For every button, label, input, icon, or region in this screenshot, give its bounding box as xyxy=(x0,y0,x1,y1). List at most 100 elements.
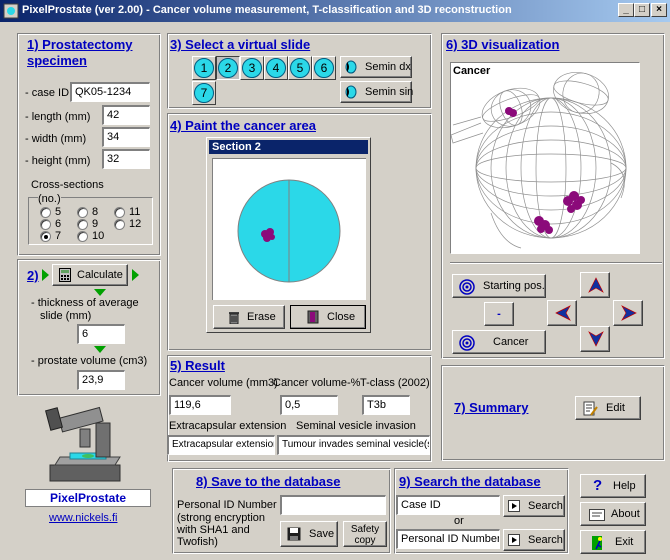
arrow-down-icon xyxy=(94,346,106,353)
length-label: - length (mm) xyxy=(25,111,91,123)
cross-section-radio-11[interactable] xyxy=(114,207,125,218)
slide-button-7[interactable]: 7 xyxy=(194,83,214,103)
slide-button-5[interactable]: 5 xyxy=(290,58,310,78)
case-id-label: - case ID xyxy=(25,87,70,99)
search-case-id-button[interactable]: Search xyxy=(503,495,565,517)
save-button[interactable]: Save xyxy=(280,521,338,547)
arrow-right-icon xyxy=(621,305,637,321)
erase-button[interactable]: Erase xyxy=(213,305,285,329)
spiral-icon xyxy=(459,335,475,351)
cancer-volume-field[interactable]: 119,6 xyxy=(169,395,231,415)
window-title: PixelProstate (ver 2.00) - Cancer volume… xyxy=(22,4,512,16)
svi-field[interactable]: Tumour invades seminal vesicle(s). xyxy=(277,435,430,455)
title-bar: PixelProstate (ver 2.00) - Cancer volume… xyxy=(0,0,670,22)
seminal-vesicle-icon xyxy=(345,60,357,74)
semin-sin-button[interactable]: Semin sin xyxy=(340,81,414,103)
or-label: or xyxy=(454,515,464,527)
cross-section-radio-6[interactable] xyxy=(40,219,51,230)
slide-button-2[interactable]: 2 xyxy=(218,58,238,78)
close-section-button[interactable]: Close xyxy=(290,305,366,329)
door-icon xyxy=(307,310,319,324)
cross-section-option-6: 6 xyxy=(55,218,62,230)
arrow-left-icon xyxy=(555,305,571,321)
save-label: Save xyxy=(309,528,335,540)
calculate-step-label: 2) xyxy=(27,268,39,283)
rotate-right-button[interactable] xyxy=(613,300,643,326)
viz-divider xyxy=(450,262,662,264)
width-field[interactable]: 34 xyxy=(102,127,150,147)
rotate-left-button[interactable] xyxy=(547,300,577,326)
starting-position-button[interactable]: Starting pos. xyxy=(452,274,546,298)
rotate-down-button[interactable] xyxy=(580,326,610,352)
rotate-up-button[interactable] xyxy=(580,272,610,298)
calculate-button[interactable]: Calculate xyxy=(52,264,128,286)
exit-door-icon xyxy=(592,536,602,550)
document-edit-icon xyxy=(583,401,598,416)
exit-button[interactable]: Exit xyxy=(580,530,646,554)
cancer-volume-label: Cancer volume (mm3) xyxy=(169,377,278,389)
semin-sin-label: Semin sin xyxy=(365,86,414,98)
seminal-vesicle-icon xyxy=(345,85,357,99)
cancer-pct-field[interactable]: 0,5 xyxy=(280,395,338,415)
search-pid-input[interactable]: Personal ID Number xyxy=(396,529,500,549)
thickness-label-2: slide (mm) xyxy=(40,310,92,322)
zoom-out-button[interactable]: - xyxy=(484,302,514,326)
slide-button-6[interactable]: 6 xyxy=(314,58,334,78)
cross-section-radio-10[interactable] xyxy=(77,231,88,242)
encryption-note: (strong encryption xyxy=(177,512,266,524)
cross-section-option-12: 12 xyxy=(129,218,142,230)
safety-copy-button[interactable]: Safety copy xyxy=(343,521,387,547)
cross-section-option-8: 8 xyxy=(92,206,99,218)
search-label: Search xyxy=(528,534,563,546)
result-title: 5) Result xyxy=(170,358,225,373)
edit-summary-button[interactable]: Edit xyxy=(575,396,641,420)
cross-section-radio-5[interactable] xyxy=(40,207,51,218)
about-button[interactable]: About xyxy=(580,502,646,526)
pid-input[interactable] xyxy=(280,495,386,515)
minimize-button[interactable]: _ xyxy=(618,3,634,17)
calculate-label: Calculate xyxy=(77,269,123,281)
tclass-field[interactable]: T3b xyxy=(362,395,410,415)
cross-section-radio-8[interactable] xyxy=(77,207,88,218)
play-icon xyxy=(508,534,520,546)
height-label: - height (mm) xyxy=(25,155,91,167)
tclass-label: T-class (2002) xyxy=(360,377,430,389)
svi-label: Seminal vesicle invasion xyxy=(296,420,416,432)
thickness-label: - thickness of average xyxy=(31,297,139,309)
encryption-note-2: with SHA1 and xyxy=(177,524,250,536)
trash-icon xyxy=(229,312,239,324)
floppy-disk-icon xyxy=(287,527,301,541)
semin-dx-button[interactable]: Semin dx xyxy=(340,56,412,78)
slide-button-3[interactable]: 3 xyxy=(242,58,262,78)
info-card-icon xyxy=(589,509,605,521)
thickness-field[interactable]: 6 xyxy=(77,324,125,344)
maximize-button[interactable]: □ xyxy=(634,3,650,17)
close-window-button[interactable]: × xyxy=(651,3,667,17)
safety-copy-label: Safety xyxy=(350,524,380,535)
encryption-note-3: Twofish) xyxy=(177,536,218,548)
cross-section-radio-12[interactable] xyxy=(114,219,125,230)
search-case-id-input[interactable]: Case ID xyxy=(396,495,500,515)
extracap-field[interactable]: Extracapsular extension. xyxy=(167,435,275,455)
erase-label: Erase xyxy=(247,311,276,323)
arrow-down-icon xyxy=(94,289,106,296)
paint-title: 4) Paint the cancer area xyxy=(170,118,316,133)
arrow-down-icon xyxy=(588,331,604,347)
prostate-volume-field[interactable]: 23,9 xyxy=(77,370,125,390)
viz-canvas[interactable]: Cancer xyxy=(450,62,640,254)
case-id-field[interactable]: QK05-1234 xyxy=(70,82,150,102)
cancer-view-button[interactable]: Cancer xyxy=(452,330,546,354)
help-button[interactable]: ? Help xyxy=(580,474,646,498)
slide-button-1[interactable]: 1 xyxy=(194,58,214,78)
height-field[interactable]: 32 xyxy=(102,149,150,169)
brand-url-link[interactable]: www.nickels.fi xyxy=(49,512,117,524)
cross-section-radio-7[interactable] xyxy=(40,231,51,242)
play-icon xyxy=(508,500,520,512)
slide-button-4[interactable]: 4 xyxy=(266,58,286,78)
cross-section-radio-9[interactable] xyxy=(77,219,88,230)
length-field[interactable]: 42 xyxy=(102,105,150,125)
paint-canvas[interactable] xyxy=(212,158,366,300)
search-pid-button[interactable]: Search xyxy=(503,529,565,551)
cross-section-option-7: 7 xyxy=(55,230,62,242)
app-icon xyxy=(3,3,19,19)
